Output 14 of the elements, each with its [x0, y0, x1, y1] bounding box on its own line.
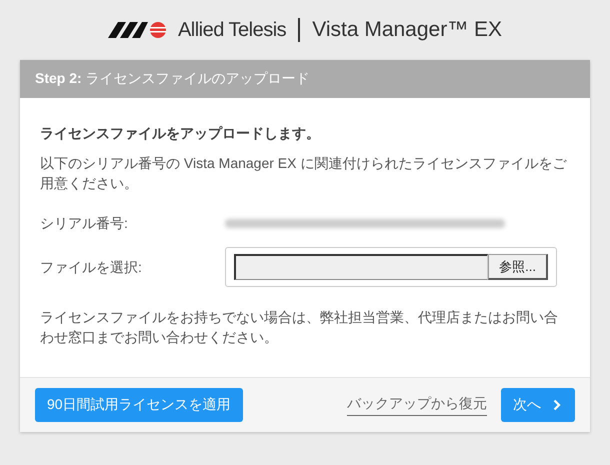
next-button[interactable]: 次へ [501, 388, 575, 422]
step-title: Step 2: ライセンスファイルのアップロード [20, 60, 590, 98]
product-name: Vista Manager™ EX [312, 18, 502, 42]
browse-button[interactable]: 参照... [488, 254, 548, 280]
file-picker[interactable]: 参照... [225, 247, 557, 287]
serial-label: シリアル番号: [40, 214, 129, 233]
note-text: ライセンスファイルをお持ちでない場合は、弊社担当営業、代理店またはお問い合わせ窓口までお問い合わせください。 [40, 308, 559, 347]
chevron-icon [553, 399, 561, 411]
trial-license-button[interactable]: 90日間試用ライセンスを適用 [35, 388, 243, 422]
file-label: ファイルを選択: [40, 258, 143, 277]
section-heading: ライセンスファイルをアップロードします。 [40, 124, 321, 143]
brand-name: Allied Telesis [178, 18, 286, 42]
restore-link[interactable]: バックアップから復元 [347, 394, 487, 416]
intro-text: 以下のシリアル番号の Vista Manager EX に関連付けられたライセンスファイルをご用意ください。 [40, 154, 568, 193]
